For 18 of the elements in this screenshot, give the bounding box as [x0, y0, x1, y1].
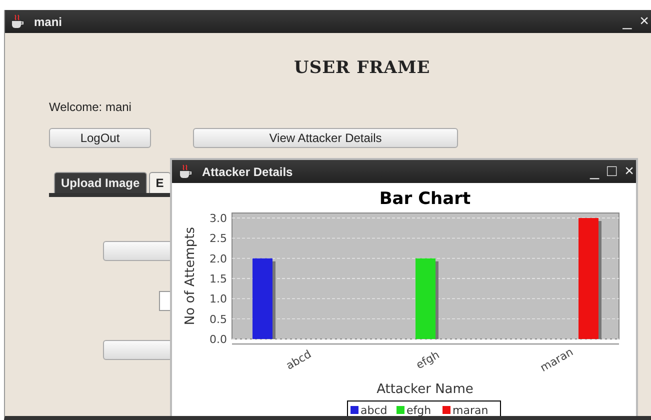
page-heading: USER FRAME	[294, 58, 432, 78]
axis-tick-label: efgh	[414, 348, 442, 372]
axis-tick-label: 0.5	[210, 312, 227, 326]
dialog-title: Attacker Details	[202, 164, 293, 178]
axis-tick-label: 1.0	[210, 292, 227, 306]
axis-tick-label: 0.0	[210, 333, 227, 346]
axis-tick-label: 1.5	[210, 272, 227, 286]
axis-tick-label: 3.0	[210, 212, 227, 225]
legend-label: abcd	[360, 404, 388, 416]
welcome-text: Welcome: mani	[49, 100, 132, 114]
chart-title: Bar Chart	[379, 189, 471, 209]
axis-tick-label: 2.5	[210, 232, 227, 246]
axis-tick-label: 2.0	[210, 252, 227, 266]
axis-label: No of Attempts	[183, 226, 198, 326]
window-title: mani	[34, 14, 62, 28]
legend-label: efgh	[406, 404, 432, 416]
legend-label: maran	[452, 404, 488, 416]
axis-label: Attacker Name	[376, 382, 474, 397]
